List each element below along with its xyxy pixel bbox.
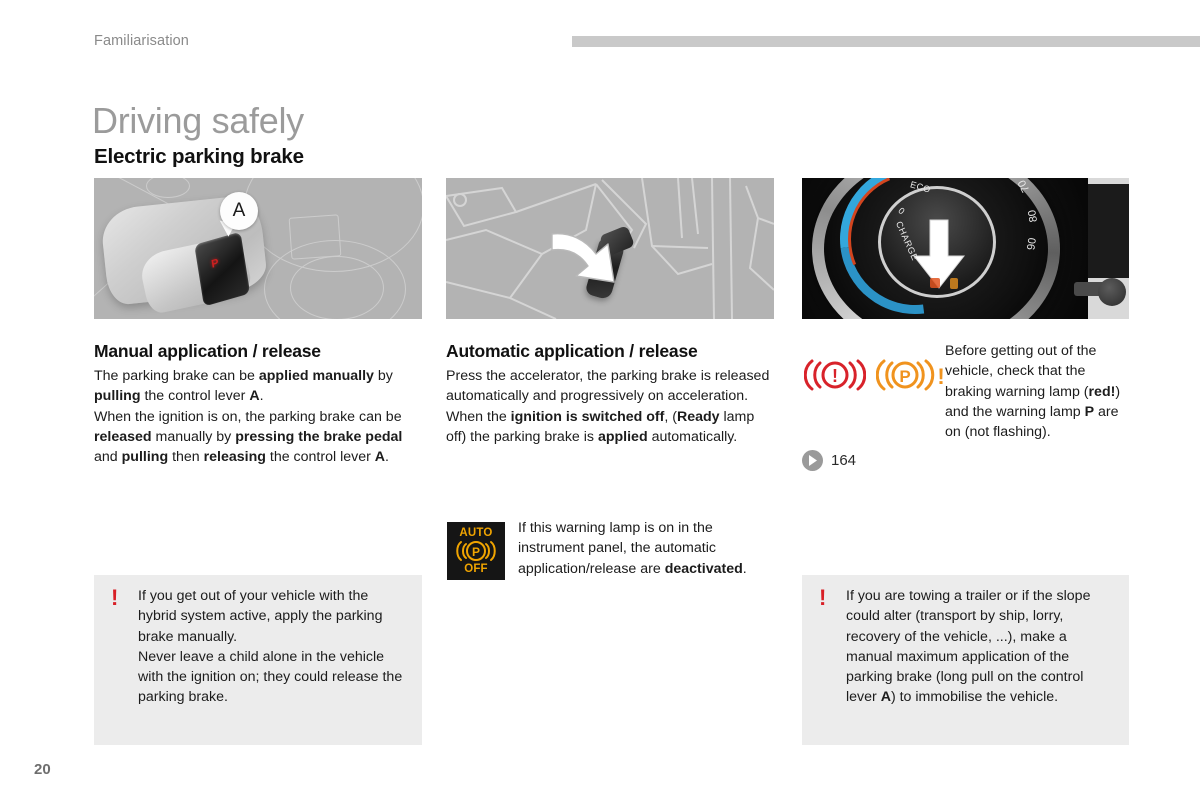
press-pedal-arrow-icon	[551, 233, 615, 283]
warning-exclamation-icon: !	[111, 585, 119, 610]
speed-label-80: 80	[1026, 208, 1041, 224]
column-instrument-cluster: CHARGE 0 ECO 70 80 90 ! P ! Before getti…	[802, 178, 1129, 471]
svg-text:!: !	[937, 364, 944, 389]
accelerator-pedal-illustration	[446, 178, 774, 319]
svg-text:P: P	[472, 545, 480, 559]
auto-p-off-warning-lamp-icon: AUTO P OFF	[447, 522, 505, 580]
warning-note-trailer: ! If you are towing a trailer or if the …	[802, 575, 1129, 745]
section-label: Familiarisation	[94, 33, 189, 49]
callout-label-a: A	[220, 192, 258, 230]
console-outline-circle-small	[290, 256, 384, 319]
parking-brake-switch: P	[194, 231, 251, 307]
page-title: Driving safely	[92, 100, 304, 142]
instrument-cluster-illustration: CHARGE 0 ECO 70 80 90	[802, 178, 1129, 319]
p-in-brackets-icon: P	[456, 541, 496, 561]
cluster-side-screen	[1088, 184, 1129, 278]
column-automatic-application: Automatic application / release Press th…	[446, 178, 774, 580]
parking-brake-warning-lamp-icon: P !	[876, 359, 945, 391]
auto-p-off-bottom-word: OFF	[464, 563, 488, 575]
cluster-background: CHARGE 0 ECO 70 80 90	[802, 178, 1129, 319]
auto-p-off-note-text: If this warning lamp is on in the instru…	[518, 520, 747, 577]
heading-automatic-application: Automatic application / release	[446, 341, 698, 361]
heading-manual-application: Manual application / release	[94, 341, 321, 361]
page-cross-reference[interactable]: 164	[802, 450, 856, 471]
page-reference-number: 164	[831, 452, 857, 469]
warning-lamp-icons: ! P !	[804, 353, 946, 397]
page-number: 20	[34, 761, 51, 778]
paragraph: When the ignition is on, the parking bra…	[94, 408, 403, 466]
console-outline-panel	[288, 214, 342, 260]
parking-brake-p-symbol: P	[210, 257, 219, 271]
body-text-manual-application: The parking brake can be applied manuall…	[94, 366, 424, 467]
warning-lamp-description: Before getting out of the vehicle, check…	[945, 343, 1121, 441]
cluster-warning-lamp-red	[930, 278, 940, 288]
speed-label-90: 90	[1025, 237, 1039, 251]
cluster-knob	[1098, 278, 1126, 306]
warning-note-hybrid-text: If you get out of your vehicle with the …	[138, 588, 403, 706]
brake-warning-lamp-icon: !	[804, 359, 866, 391]
paragraph: The parking brake can be applied manuall…	[94, 368, 393, 405]
column-manual-application: P A Manual application / release The par…	[94, 178, 422, 465]
paragraph: When the ignition is switched off, (Read…	[446, 408, 755, 445]
paragraph: Press the accelerator, the parking brake…	[446, 368, 770, 405]
warning-note-hybrid: ! If you get out of your vehicle with th…	[94, 575, 422, 745]
warning-note-trailer-text: If you are towing a trailer or if the sl…	[846, 588, 1091, 706]
body-text-automatic-application: Press the accelerator, the parking brake…	[446, 366, 776, 447]
auto-p-off-center-symbol: P	[456, 539, 496, 563]
cluster-warning-lamp-amber	[950, 278, 958, 289]
svg-text:!: !	[832, 366, 838, 386]
auto-p-off-top-word: AUTO	[459, 527, 493, 539]
svg-text:P: P	[899, 367, 910, 386]
header-rule	[572, 36, 1200, 47]
page-reference-arrow-icon	[802, 450, 823, 471]
warning-exclamation-icon: !	[819, 585, 827, 610]
page-subtitle: Electric parking brake	[94, 145, 304, 168]
parking-brake-lever-illustration: P A	[94, 178, 422, 319]
